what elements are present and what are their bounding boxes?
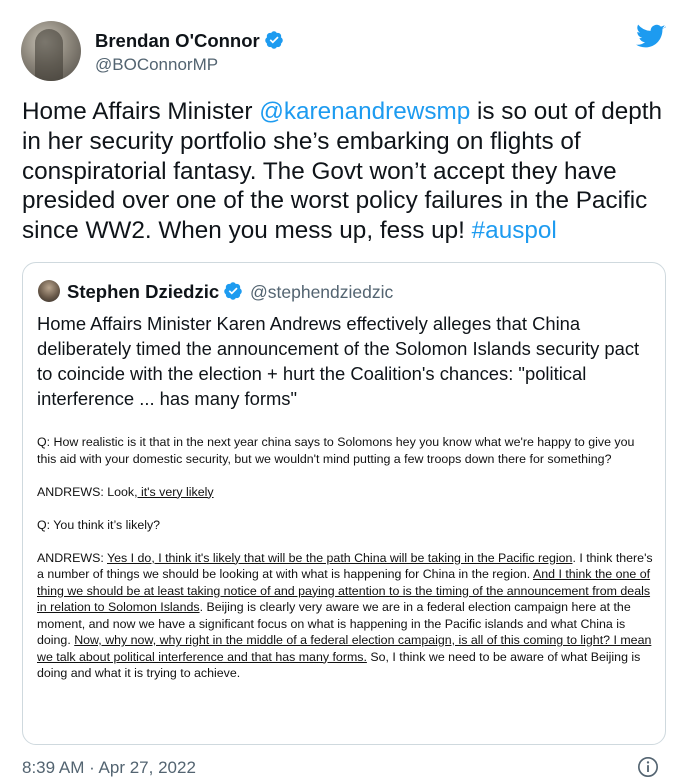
hashtag-link[interactable]: #auspol [472,217,557,244]
transcript-underlined-text: it's very likely [137,484,214,499]
quoted-author-name-label[interactable]: Stephen Dziedzic [67,281,219,302]
author-name[interactable]: Brendan O'Connor [95,30,284,52]
author-handle[interactable]: @BOConnorMP [95,55,218,75]
transcript-text: ANDREWS: [37,550,107,565]
tweet-text: Home Affairs Minister @karenandrewsmp is… [22,97,670,246]
transcript-image: Q: How realistic is it that in the next … [37,434,657,682]
transcript-question: Q: You think it’s likely? [37,517,161,532]
quoted-author-handle[interactable]: @stephendziedzic [250,282,393,303]
mention-link[interactable]: @karenandrewsmp [259,98,470,125]
transcript-answer: ANDREWS: Look, it's very likely [37,484,657,501]
verified-badge-icon [224,282,242,300]
twitter-bird-icon[interactable] [636,24,666,50]
transcript-text: ANDREWS: Look, [37,484,138,499]
info-icon[interactable] [637,756,659,778]
transcript-underlined-text: Yes I do, I think it's likely that will … [107,550,573,565]
transcript-question: Q: How realistic is it that in the next … [37,435,635,466]
tweet-text-part: Home Affairs Minister [22,98,260,125]
quoted-author-avatar[interactable] [38,280,60,302]
verified-badge-icon [264,31,283,49]
embedded-tweet: Brendan O'Connor @BOConnorMP Home Affair… [0,0,677,782]
quoted-tweet-text: Home Affairs Minister Karen Andrews effe… [37,313,640,409]
author-name-label[interactable]: Brendan O'Connor [95,30,260,51]
quoted-author-name[interactable]: Stephen Dziedzic [67,281,243,303]
quoted-tweet[interactable]: Stephen Dziedzic @stephendziedzic Home A… [22,262,666,745]
author-avatar[interactable] [21,21,81,81]
tweet-timestamp[interactable]: 8:39 AM · Apr 27, 2022 [22,758,196,778]
transcript-answer: ANDREWS: Yes I do, I think it's likely t… [37,550,657,682]
